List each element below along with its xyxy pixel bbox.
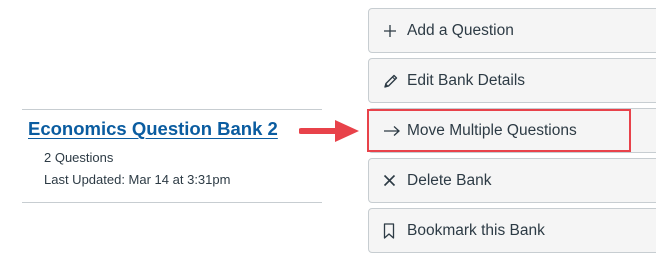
plus-icon	[383, 24, 405, 38]
question-count: 2 Questions	[44, 150, 114, 165]
question-bank-card: Economics Question Bank 2 2 Questions La…	[22, 109, 322, 203]
annotation-arrow-icon	[299, 120, 359, 142]
x-icon	[383, 174, 405, 187]
delete-bank-label: Delete Bank	[407, 171, 492, 189]
delete-bank-button[interactable]: Delete Bank	[368, 158, 656, 203]
add-question-label: Add a Question	[407, 21, 514, 39]
last-updated: Last Updated: Mar 14 at 3:31pm	[44, 172, 231, 187]
bank-title-link[interactable]: Economics Question Bank 2	[28, 118, 278, 140]
divider-bottom	[22, 202, 322, 203]
edit-bank-details-label: Edit Bank Details	[407, 71, 526, 89]
move-multiple-questions-label: Move Multiple Questions	[407, 121, 577, 139]
arrow-right-icon	[383, 125, 405, 137]
bookmark-bank-button[interactable]: Bookmark this Bank	[368, 208, 656, 253]
divider-top	[22, 109, 322, 110]
move-multiple-questions-button[interactable]: Move Multiple Questions	[368, 108, 656, 153]
bookmark-icon	[383, 222, 405, 239]
pencil-icon	[383, 73, 405, 89]
bookmark-bank-label: Bookmark this Bank	[407, 221, 545, 239]
edit-bank-details-button[interactable]: Edit Bank Details	[368, 58, 656, 103]
add-question-button[interactable]: Add a Question	[368, 8, 656, 53]
